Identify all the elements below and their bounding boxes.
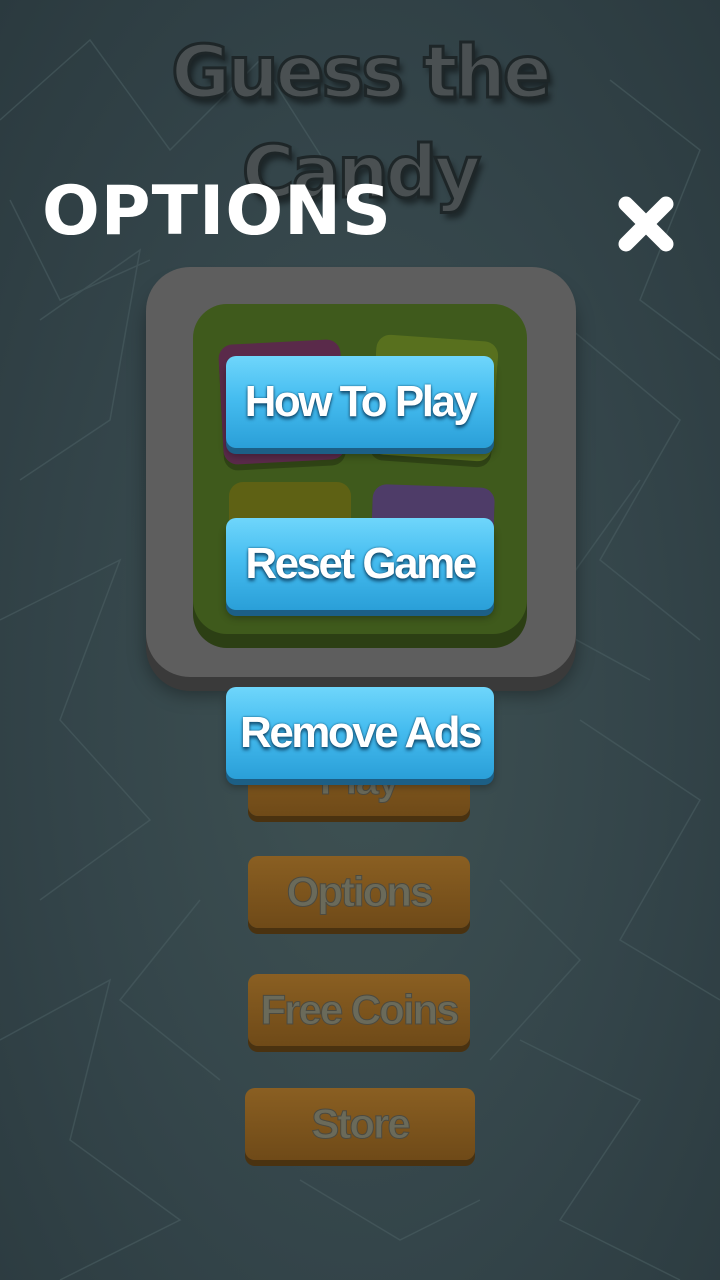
- menu-store-button: Store: [245, 1088, 475, 1160]
- options-title: OPTIONS: [42, 172, 393, 251]
- close-button[interactable]: [614, 192, 678, 256]
- how-to-play-button[interactable]: How To Play: [226, 356, 494, 448]
- remove-ads-button[interactable]: Remove Ads: [226, 687, 494, 779]
- menu-options-button: Options: [248, 856, 470, 928]
- game-title-line1: Guess the: [170, 29, 553, 116]
- menu-free-coins-button: Free Coins: [248, 974, 470, 1046]
- game-logo: [146, 267, 576, 677]
- close-icon: [618, 196, 674, 252]
- reset-game-button[interactable]: Reset Game: [226, 518, 494, 610]
